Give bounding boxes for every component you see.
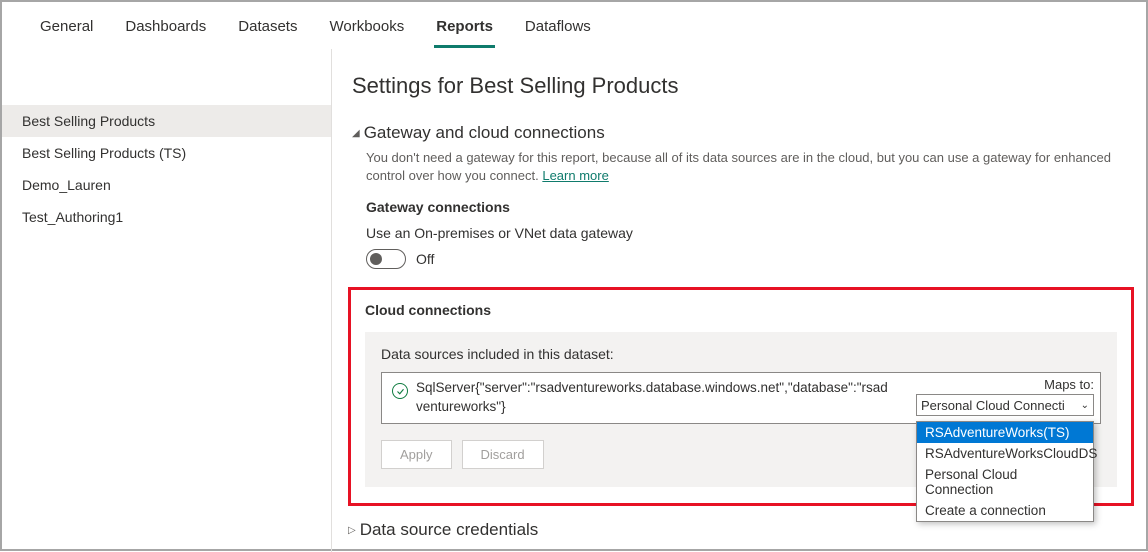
data-sources-label: Data sources included in this dataset:: [381, 346, 1101, 362]
toggle-prompt: Use an On-premises or VNet data gateway: [366, 225, 1134, 241]
tab-workbooks[interactable]: Workbooks: [327, 14, 406, 48]
sidebar-item-best-selling-products[interactable]: Best Selling Products: [2, 105, 331, 137]
learn-more-link[interactable]: Learn more: [542, 168, 608, 183]
sidebar-item-best-selling-products-ts[interactable]: Best Selling Products (TS): [2, 137, 331, 169]
cloud-connections-highlight: Cloud connections Data sources included …: [348, 287, 1134, 506]
credentials-title: Data source credentials: [360, 520, 539, 540]
cloud-connections-title: Cloud connections: [365, 302, 1117, 318]
dropdown-option-rsadventureworks-cloudds[interactable]: RSAdventureWorksCloudDS: [917, 443, 1093, 464]
credentials-section-header[interactable]: ▷ Data source credentials: [348, 520, 1134, 540]
gateway-description: You don't need a gateway for this report…: [352, 149, 1134, 185]
gateway-toggle[interactable]: [366, 249, 406, 269]
status-ok-icon: [392, 383, 408, 399]
tab-dataflows[interactable]: Dataflows: [523, 14, 593, 48]
maps-to-dropdown: RSAdventureWorks(TS) RSAdventureWorksClo…: [916, 421, 1094, 522]
dropdown-option-personal-cloud-connection[interactable]: Personal Cloud Connection: [917, 464, 1093, 500]
toggle-state-label: Off: [416, 251, 434, 267]
maps-to-label: Maps to:: [916, 377, 1094, 392]
chevron-down-icon: ⌄: [1081, 400, 1089, 411]
tab-reports[interactable]: Reports: [434, 14, 495, 48]
maps-to-select[interactable]: Personal Cloud Connecti ⌄: [916, 394, 1094, 416]
apply-button[interactable]: Apply: [381, 440, 452, 469]
discard-button[interactable]: Discard: [462, 440, 544, 469]
dropdown-option-create-connection[interactable]: Create a connection: [917, 500, 1093, 521]
tab-dashboards[interactable]: Dashboards: [123, 14, 208, 48]
dropdown-option-rsadventureworks-ts[interactable]: RSAdventureWorks(TS): [917, 422, 1093, 443]
report-list-sidebar: Best Selling Products Best Selling Produ…: [2, 49, 332, 552]
tab-general[interactable]: General: [38, 14, 95, 48]
tab-datasets[interactable]: Datasets: [236, 14, 299, 48]
sidebar-item-demo-lauren[interactable]: Demo_Lauren: [2, 169, 331, 201]
data-source-row: SqlServer{"server":"rsadventureworks.dat…: [381, 372, 1101, 424]
expand-icon: ▷: [348, 525, 356, 536]
gateway-section-header[interactable]: ◢ Gateway and cloud connections: [352, 123, 1134, 143]
toggle-knob: [370, 253, 382, 265]
tab-bar: General Dashboards Datasets Workbooks Re…: [2, 2, 1146, 49]
collapse-icon: ◢: [352, 128, 360, 139]
page-title: Settings for Best Selling Products: [352, 73, 1134, 99]
main-content: Settings for Best Selling Products ◢ Gat…: [332, 49, 1146, 552]
sidebar-item-test-authoring1[interactable]: Test_Authoring1: [2, 201, 331, 233]
gateway-connections-title: Gateway connections: [366, 199, 1134, 215]
gateway-section-title: Gateway and cloud connections: [364, 123, 605, 143]
cloud-connections-panel: Data sources included in this dataset: S…: [365, 332, 1117, 487]
